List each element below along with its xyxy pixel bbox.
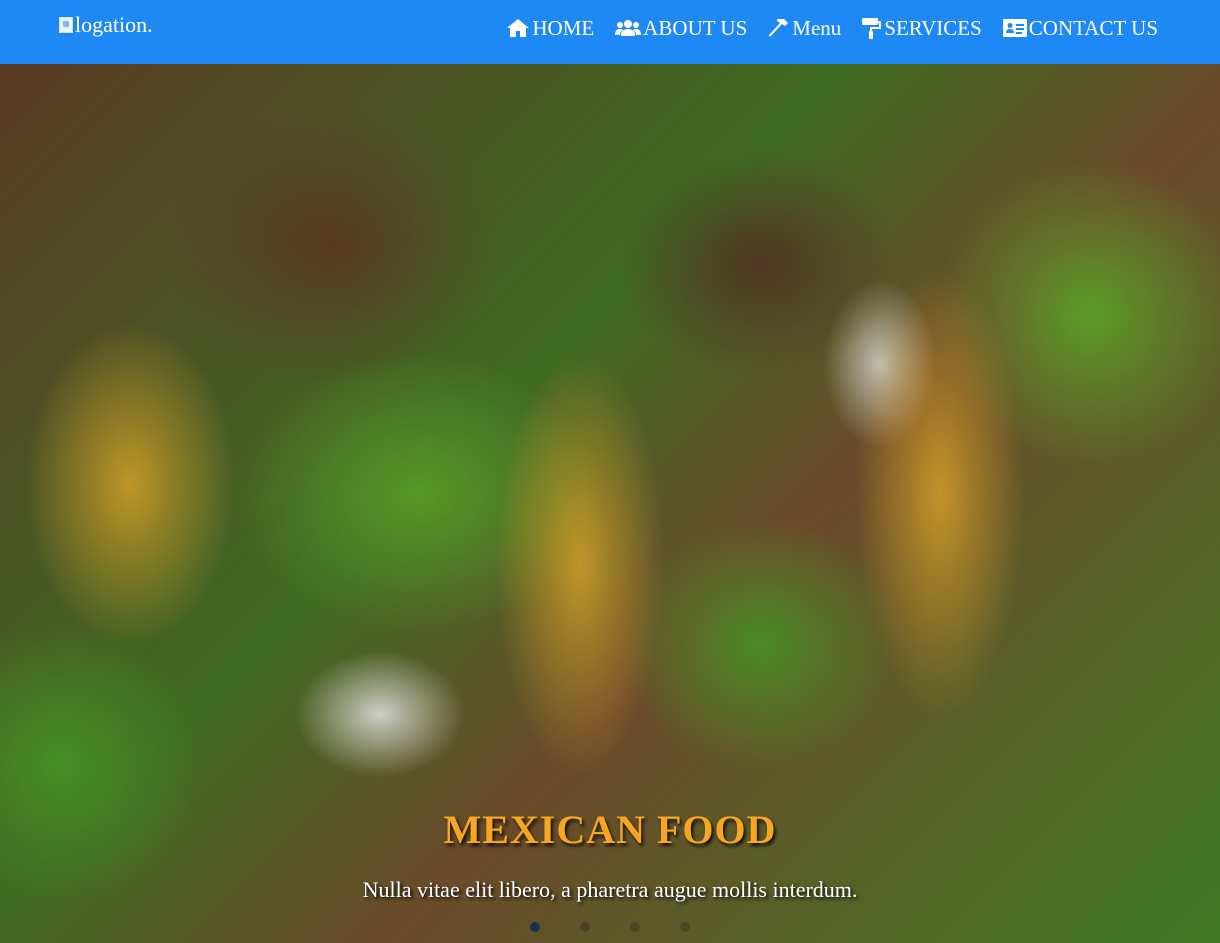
address-card-icon [1002,19,1027,37]
nav-services-label: SERVICES [884,15,982,40]
carousel-text: Nulla vitae elit libero, a pharetra augu… [362,877,858,902]
nav-home[interactable]: HOME [506,16,594,41]
carousel-indicator[interactable] [580,922,590,932]
carousel-indicator[interactable] [530,922,540,932]
nav-about-us[interactable]: ABOUT US [615,16,747,41]
carousel-caption: MEXICAN FOOD Nulla vitae elit libero, a … [0,806,1220,903]
nav-menu-label: Menu [792,15,842,40]
carousel-indicator[interactable] [630,922,640,932]
main-nav: HOME ABOUT US Menu SERVICES CONTACT US [506,14,1158,42]
users-icon [615,20,642,36]
navbar: logation. HOME ABOUT US Menu SERVICES CO… [0,0,1220,64]
paint-roller-icon [862,18,882,39]
carousel[interactable]: MEXICAN FOOD Nulla vitae elit libero, a … [0,64,1220,943]
logo[interactable]: logation. [59,12,153,38]
hammer-icon [769,19,789,37]
nav-contact-us[interactable]: CONTACT US [1002,15,1158,41]
broken-image-icon [59,17,73,33]
nav-services[interactable]: SERVICES [862,16,982,41]
nav-about-us-label: ABOUT US [643,15,748,40]
nav-contact-us-label: CONTACT US [1028,15,1158,40]
carousel-title: MEXICAN FOOD [443,807,777,852]
carousel-indicator[interactable] [680,922,690,932]
nav-home-label: HOME [532,15,595,40]
carousel-indicators [0,922,1220,932]
home-icon [507,19,530,37]
nav-menu[interactable]: Menu [768,16,841,41]
logo-alt-text: logation. [75,12,153,37]
